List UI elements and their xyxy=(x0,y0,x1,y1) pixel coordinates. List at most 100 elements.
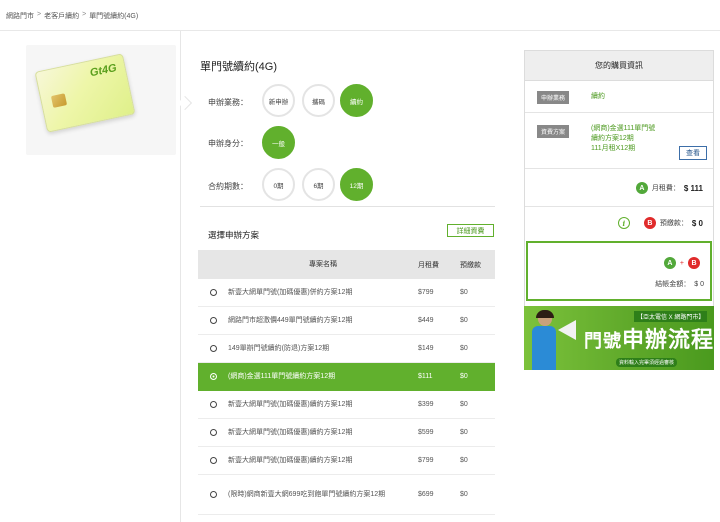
identity-option-general[interactable]: 一般 xyxy=(262,126,295,159)
page-title: 單門號續約(4G) xyxy=(200,61,277,73)
business-option-renew[interactable]: 續約 xyxy=(340,84,373,117)
plan-prepay: $0 xyxy=(460,345,468,352)
summary-plan-row: 資費方案 (網商)金選111單門號 續約方案12期 111月租X12期 查看 xyxy=(525,113,713,169)
period-option-0[interactable]: 0期 xyxy=(262,168,295,201)
plan-name: 新壹大網單門號(加碼優惠)併約方案12期 xyxy=(228,288,353,296)
plan-name: 新壹大網單門號(加碼優惠)續約方案12期 xyxy=(228,456,353,464)
table-row[interactable]: (限時)網商新壹大網699吃到飽單門號續約方案12期 $699 $0 xyxy=(198,475,495,515)
breadcrumb-item-store[interactable]: 網路門市 xyxy=(6,11,34,21)
table-row[interactable]: 新壹大網單門號(加碼優惠)續約方案12期 $799 $0 xyxy=(198,447,495,475)
plan-prepay: $0 xyxy=(460,401,468,408)
plan-radio[interactable] xyxy=(209,429,217,436)
plan-section-title: 選擇申辦方案 xyxy=(208,230,260,240)
period-option-6[interactable]: 6期 xyxy=(302,168,335,201)
summary-monthly-row: A 月租費： $ 111 xyxy=(525,169,713,207)
table-row[interactable]: 新壹大網單門號(加碼優惠)續約方案12期 $399 $0 xyxy=(198,391,495,419)
business-value: 續約 xyxy=(591,93,605,100)
plan-value: (網商)金選111單門號 續約方案12期 111月租X12期 xyxy=(591,124,655,153)
person-illustration xyxy=(530,310,556,370)
total-label: 結帳金額： xyxy=(655,281,691,288)
breadcrumb-separator: > xyxy=(37,11,42,18)
total-line: 結帳金額： $ 0 xyxy=(655,279,704,289)
total-value: $ 0 xyxy=(694,280,704,288)
plan-prepay: $0 xyxy=(460,289,468,296)
plan-radio[interactable] xyxy=(209,317,217,324)
prepay-value: $ 0 xyxy=(691,218,703,228)
plan-radio[interactable] xyxy=(209,373,217,380)
plan-radio[interactable] xyxy=(209,491,217,498)
plan-fee: $111 xyxy=(418,373,433,380)
plan-name: 網路門市超激價449單門號續約方案12期 xyxy=(228,316,353,324)
plan-tag: 資費方案 xyxy=(537,125,570,138)
plan-name: (限時)網商新壹大網699吃到飽單門號續約方案12期 xyxy=(228,490,386,498)
period-label: 合約期數： xyxy=(208,182,248,191)
application-process-banner[interactable]: 【亞太電信 X 網路門市】 門號申辦流程 資料輸入完畢須經過審核 xyxy=(524,306,714,370)
plan-radio-cell xyxy=(198,429,228,436)
plan-fee: $799 xyxy=(418,457,434,464)
identity-label: 申辦身分： xyxy=(208,139,248,148)
plan-value-line: 續約方案12期 xyxy=(591,134,634,142)
table-row[interactable]: 新壹大網單門號(加碼優惠)續約方案12期 $599 $0 xyxy=(198,419,495,447)
breadcrumb: 網路門市 > 老客戶續約 > 單門號續約(4G) xyxy=(6,11,138,21)
b-badge-icon: B xyxy=(643,217,656,229)
plan-radio-cell xyxy=(198,401,228,408)
view-plan-button[interactable]: 查看 xyxy=(679,146,707,160)
plan-value-line: 111月租X12期 xyxy=(591,144,636,152)
sim-chip-icon xyxy=(50,93,68,108)
business-label: 申辦業務： xyxy=(208,98,248,107)
plan-radio[interactable] xyxy=(209,401,217,408)
a-badge-icon: A xyxy=(635,182,648,194)
total-box: A + B 結帳金額： $ 0 xyxy=(526,241,712,301)
plan-radio[interactable] xyxy=(209,457,217,464)
plan-name: 新壹大網單門號(加碼優惠)續約方案12期 xyxy=(228,400,353,408)
breadcrumb-separator: > xyxy=(82,11,87,18)
header-monthly-fee: 月租費 xyxy=(418,261,439,269)
banner-subtitle: 【亞太電信 X 網路門市】 xyxy=(634,311,708,322)
business-option-port[interactable]: 攜碼 xyxy=(302,84,335,117)
plan-radio-cell xyxy=(198,289,228,296)
table-row[interactable]: 新壹大網單門號(加碼優惠)併約方案12期 $799 $0 xyxy=(198,279,495,307)
plan-radio-cell xyxy=(198,317,228,324)
banner-headline-part2: 申辦流程 xyxy=(622,327,714,352)
monthly-line: A 月租費： $ 111 xyxy=(635,182,703,194)
business-option-new[interactable]: 新申辦 xyxy=(262,84,295,117)
table-row[interactable]: (網商)金選111單門號續約方案12期 $111 $0 xyxy=(198,363,495,391)
prepay-line: i B 預繳款： $ 0 xyxy=(617,217,703,229)
plan-radio[interactable] xyxy=(209,289,217,296)
summary-title: 您的購買資訊 xyxy=(525,51,713,81)
plan-fee: $799 xyxy=(418,289,434,296)
monthly-value: $ 111 xyxy=(683,183,703,193)
banner-note: 資料輸入完畢須經過審核 xyxy=(616,358,678,367)
plan-fee: $449 xyxy=(418,317,434,324)
plan-radio-cell xyxy=(198,491,228,498)
table-row[interactable]: 149單辦門號續約(防退)方案12期 $149 $0 xyxy=(198,335,495,363)
plan-prepay: $0 xyxy=(460,429,468,436)
a-badge-icon: A xyxy=(663,257,676,269)
info-icon[interactable]: i xyxy=(617,217,630,229)
plan-fee: $149 xyxy=(418,345,434,352)
plan-name: (網商)金選111單門號續約方案12期 xyxy=(228,372,336,380)
breadcrumb-item-renewal[interactable]: 老客戶續約 xyxy=(44,11,79,21)
detail-fees-button[interactable]: 詳細資費 xyxy=(447,224,494,237)
plan-table-body: 新壹大網單門號(加碼優惠)併約方案12期 $799 $0 網路門市超激價449單門號續… xyxy=(198,279,495,515)
plan-radio-cell xyxy=(198,345,228,352)
plan-prepay: $0 xyxy=(460,317,468,324)
summary-business-row: 申辦業務 續約 xyxy=(525,81,713,113)
header-plan-name: 專案名稱 xyxy=(309,260,337,268)
megaphone-icon xyxy=(558,320,576,340)
period-option-12[interactable]: 12期 xyxy=(340,168,373,201)
monthly-label: 月租費： xyxy=(651,185,680,192)
plan-table-header: 專案名稱 月租費 預繳款 xyxy=(198,250,495,279)
plan-table: 專案名稱 月租費 預繳款 新壹大網單門號(加碼優惠)併約方案12期 $799 $0 網… xyxy=(198,250,495,515)
prepay-label: 預繳款： xyxy=(659,220,688,227)
plan-radio-cell xyxy=(198,373,228,380)
business-tag: 申辦業務 xyxy=(537,91,570,104)
table-row[interactable]: 網路門市超激價449單門號續約方案12期 $449 $0 xyxy=(198,307,495,335)
plan-value-line: (網商)金選111單門號 xyxy=(591,125,656,132)
plan-radio-cell xyxy=(198,457,228,464)
a-plus-b: A + B xyxy=(663,257,700,269)
plan-fee: $699 xyxy=(418,491,434,498)
top-divider xyxy=(0,30,720,31)
plan-radio[interactable] xyxy=(209,345,217,352)
form-divider xyxy=(200,206,495,207)
